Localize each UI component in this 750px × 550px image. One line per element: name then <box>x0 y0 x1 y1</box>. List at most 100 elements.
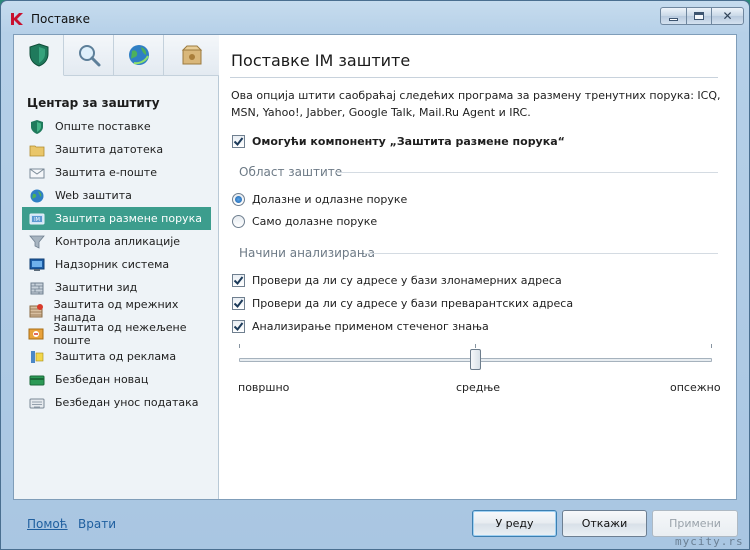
monitor-icon <box>29 258 45 271</box>
component-description: Ова опција штити саобраћај следећих прог… <box>231 89 721 119</box>
sidebar-item-label: Заштита од реклама <box>55 350 177 363</box>
scope-option-label: Само долазне поруке <box>252 215 378 228</box>
settings-panel: Поставке IM заштите Ова опција штити сао… <box>220 35 736 499</box>
settings-window: Поставке ✕ Центар за заштиту Опште поста… <box>0 0 750 550</box>
network-attack-icon <box>29 303 44 317</box>
sidebar-item-label: Заштита од нежељене поште <box>53 320 187 347</box>
sidebar-item-network-attack[interactable]: Заштита од мрежних напада <box>22 298 211 324</box>
apply-button[interactable]: Примени <box>652 510 738 537</box>
kaspersky-k-icon <box>11 13 23 25</box>
ok-button[interactable]: У реду <box>472 510 557 537</box>
sidebar-item-im-av[interactable]: IM Заштита размене порука <box>22 207 211 230</box>
help-link-label: Помоћ <box>27 517 68 531</box>
keyboard-icon <box>29 398 45 408</box>
sidebar-item-label: Безбедан новац <box>55 373 149 386</box>
sidebar-item-general[interactable]: Опште поставке <box>22 115 211 138</box>
scope-heading: Област заштите <box>239 165 343 179</box>
envelope-icon <box>29 168 45 178</box>
tab-options[interactable] <box>164 35 219 76</box>
globe-icon <box>128 45 149 65</box>
tab-protection[interactable] <box>14 35 64 76</box>
window-title: Поставке <box>31 12 91 26</box>
maximize-button[interactable] <box>686 7 711 25</box>
radio-unselected[interactable] <box>232 215 245 228</box>
checkbox-box[interactable] <box>232 320 245 333</box>
sidebar-item-mail-av[interactable]: Заштита е-поште <box>22 161 211 184</box>
sidebar-item-label: Надзорник система <box>55 258 170 271</box>
sidebar-item-web-av[interactable]: Web заштита <box>22 184 211 207</box>
slider-thumb[interactable] <box>470 349 481 370</box>
svg-text:IM: IM <box>34 217 40 223</box>
sidebar-item-anti-banner[interactable]: Заштита од реклама <box>22 345 211 368</box>
minimize-icon <box>669 17 678 21</box>
title-divider <box>230 77 718 78</box>
sidebar-item-label: Заштитни зид <box>55 281 138 294</box>
checkmark-icon <box>233 276 244 286</box>
sidebar-item-label: Заштита датотека <box>55 143 164 156</box>
slider-label-low: површно <box>238 381 290 394</box>
cancel-button-label: Откажи <box>581 517 628 530</box>
money-card-icon <box>29 375 45 385</box>
checkbox-box[interactable] <box>232 274 245 287</box>
sidebar-item-app-control[interactable]: Контрола апликације <box>22 230 211 253</box>
restore-link-label: Врати <box>78 517 116 531</box>
firewall-icon <box>30 282 44 294</box>
slider-tick <box>711 344 712 348</box>
checkbox-box[interactable] <box>232 297 245 310</box>
im-icon: IM <box>29 213 45 224</box>
scope-option-incoming[interactable]: Само долазне поруке <box>232 215 377 228</box>
tab-update[interactable] <box>114 35 164 76</box>
methods-heading: Начини анализирања <box>239 246 376 260</box>
enable-component-label: Омогући компоненту „Заштита размене пору… <box>252 135 565 148</box>
sidebar-item-safe-money[interactable]: Безбедан новац <box>22 368 211 391</box>
sidebar-item-file-av[interactable]: Заштита датотека <box>22 138 211 161</box>
sidebar-item-system-watcher[interactable]: Надзорник система <box>22 253 211 276</box>
shield-icon <box>31 119 43 134</box>
scope-option-both[interactable]: Долазне и одлазне поруке <box>232 193 407 206</box>
scope-divider <box>336 172 718 173</box>
methods-divider <box>364 253 718 254</box>
sidebar-item-anti-spam[interactable]: Заштита од нежељене поште <box>22 320 211 347</box>
sidebar-item-label: Безбедан унос података <box>55 396 199 409</box>
checkmark-icon <box>233 299 244 309</box>
sidebar-tabs <box>14 35 219 76</box>
maximize-icon <box>694 12 704 20</box>
radio-selected[interactable] <box>232 193 245 206</box>
tab-scan[interactable] <box>64 35 114 76</box>
check-label: Провери да ли су адресе у бази преварант… <box>252 297 574 310</box>
sidebar-nav: Опште поставке Заштита датотека Заштита … <box>22 115 211 414</box>
sidebar-heading: Центар за заштиту <box>27 96 160 110</box>
apply-button-label: Примени <box>669 517 721 530</box>
enable-component-checkbox[interactable]: Омогући компоненту „Заштита размене пору… <box>232 135 565 148</box>
cancel-button[interactable]: Откажи <box>562 510 647 537</box>
sidebar-item-firewall[interactable]: Заштитни зид <box>22 276 211 299</box>
slider-label-deep: опсежно <box>670 381 721 394</box>
folder-icon <box>29 145 45 156</box>
slider-tick <box>475 344 476 348</box>
sidebar-item-label: Контрола апликације <box>55 235 181 248</box>
phishing-db-checkbox[interactable]: Провери да ли су адресе у бази преварант… <box>232 297 573 310</box>
sidebar-item-secure-input[interactable]: Безбедан унос података <box>22 391 211 414</box>
watermark: mycity.rs <box>675 535 744 548</box>
check-label: Анализирање применом стеченог знања <box>252 320 489 333</box>
slider-label-medium: средње <box>456 381 501 394</box>
antibanner-icon <box>31 350 44 363</box>
title-bar[interactable]: Поставке ✕ <box>1 1 749 33</box>
close-button[interactable]: ✕ <box>711 7 744 25</box>
sidebar-item-label: Web заштита <box>55 189 132 202</box>
client-area: Центар за заштиту Опште поставке Заштита… <box>13 34 737 500</box>
scope-option-label: Долазне и одлазне поруке <box>252 193 408 206</box>
checkbox-box[interactable] <box>232 135 245 148</box>
page-title: Поставке IM заштите <box>231 51 411 70</box>
check-label: Провери да ли су адресе у бази злонамерн… <box>252 274 562 287</box>
minimize-button[interactable] <box>660 7 686 25</box>
restore-link[interactable]: Врати <box>78 517 116 531</box>
shield-icon <box>29 43 48 67</box>
help-link[interactable]: Помоћ <box>27 517 68 531</box>
malicious-db-checkbox[interactable]: Провери да ли су адресе у бази злонамерн… <box>232 274 562 287</box>
funnel-icon <box>29 235 45 249</box>
checkmark-icon <box>233 137 244 147</box>
package-icon <box>181 45 202 65</box>
sidebar: Центар за заштиту Опште поставке Заштита… <box>14 35 219 499</box>
heuristic-checkbox[interactable]: Анализирање применом стеченог знања <box>232 320 489 333</box>
